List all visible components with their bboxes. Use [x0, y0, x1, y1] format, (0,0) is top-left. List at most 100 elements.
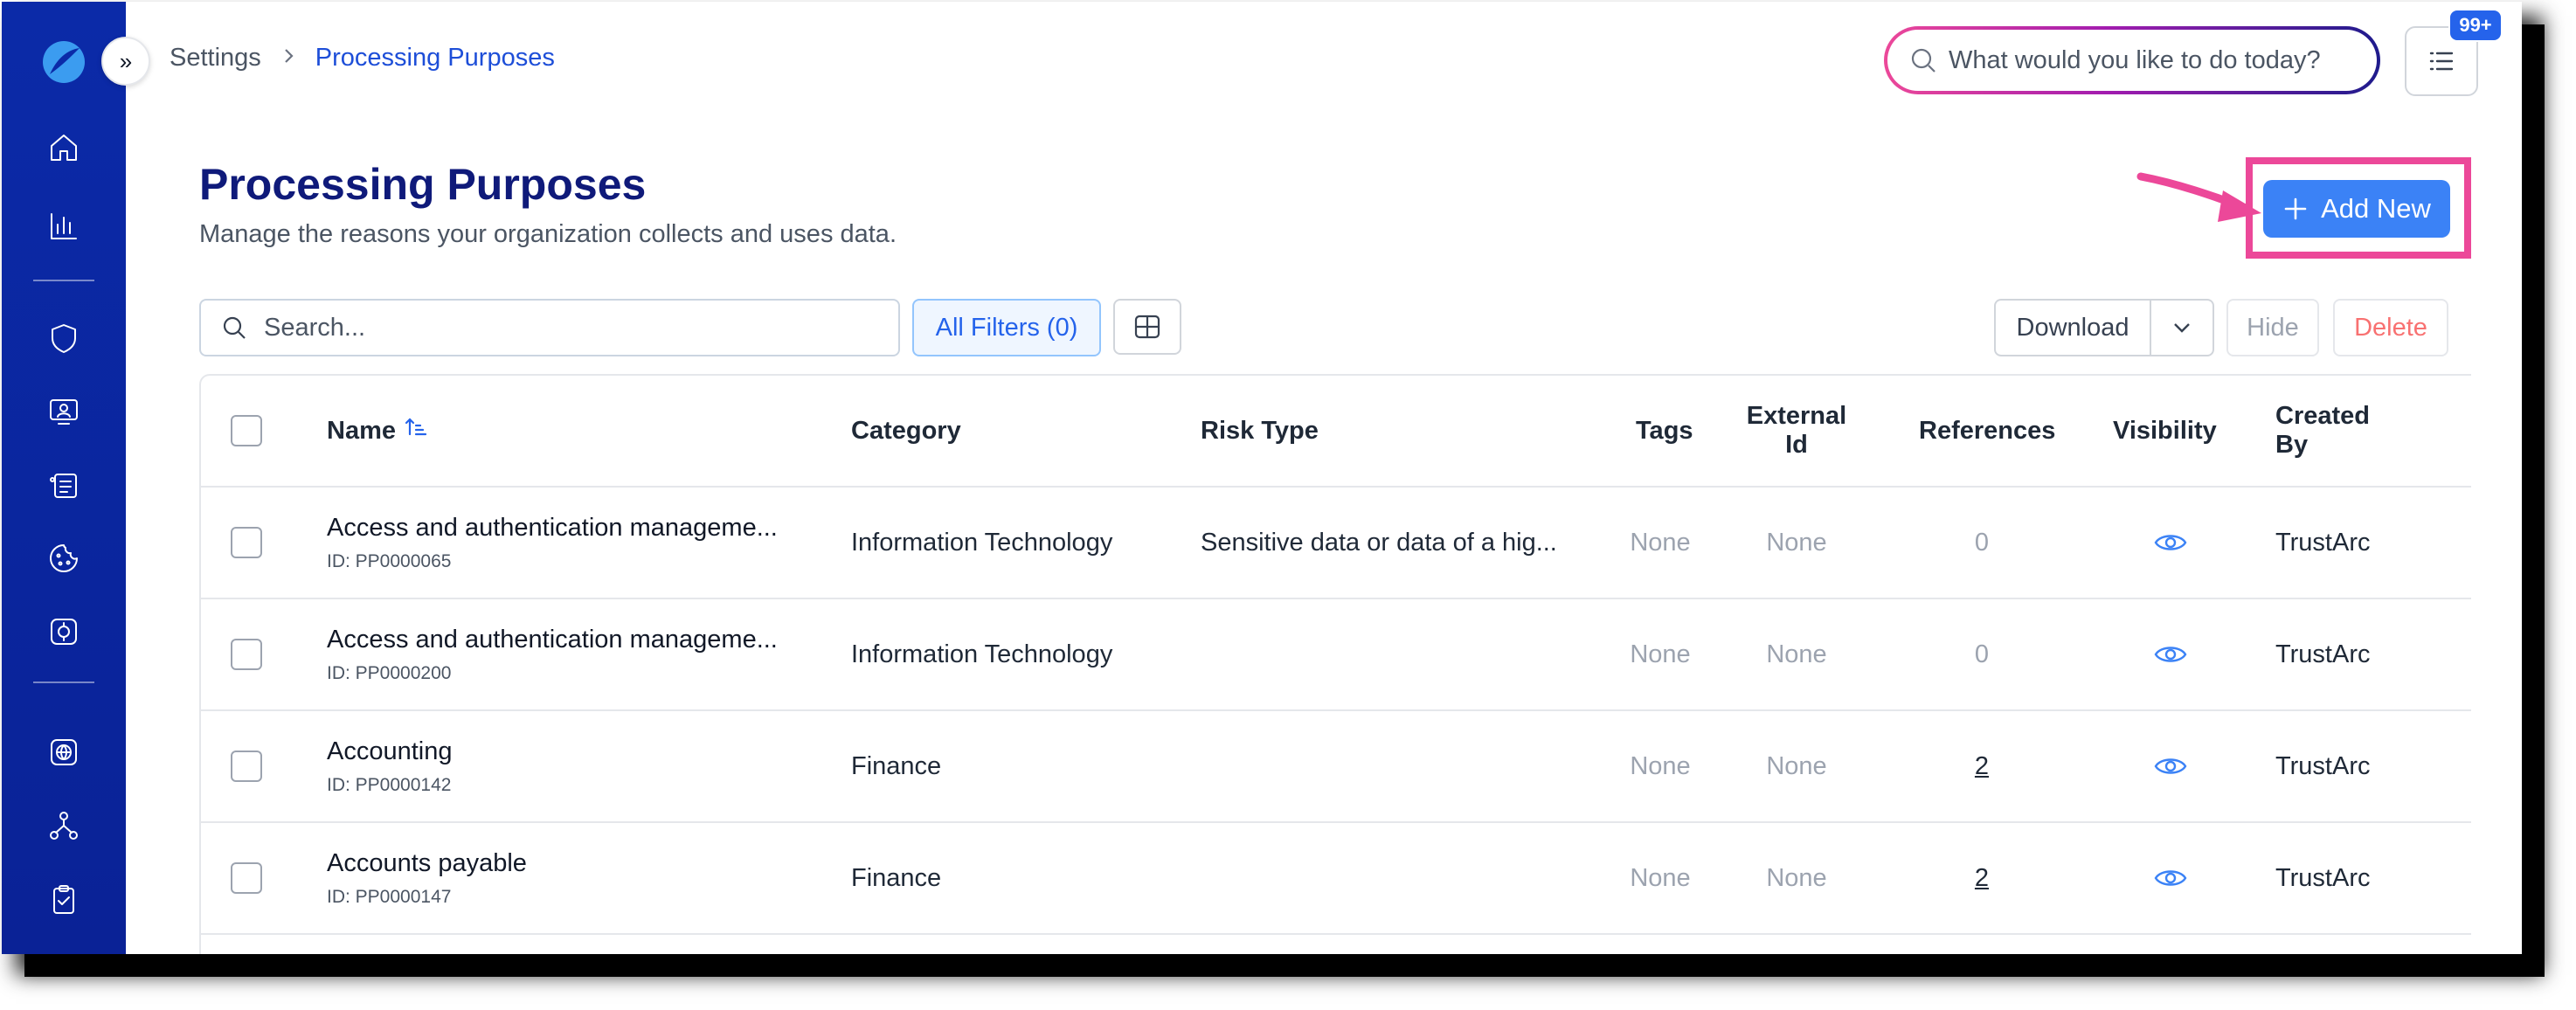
notification-count-badge: 99+ [2448, 9, 2503, 42]
created-by-column-header[interactable]: Created By [2275, 376, 2370, 486]
analytics-icon[interactable] [40, 203, 87, 250]
row-id: ID: PP0000200 [327, 662, 452, 683]
row-external-id: None [1766, 528, 1827, 557]
row-external-id: None [1766, 751, 1827, 780]
table-layout-icon [1134, 315, 1160, 339]
row-created-by: TrustArc [2275, 528, 2371, 557]
breadcrumb-current: Processing Purposes [315, 44, 555, 72]
eye-icon[interactable] [2136, 711, 2206, 821]
row-name[interactable]: Accounts payable [327, 849, 527, 878]
sidebar-divider [33, 280, 94, 281]
table-search-input[interactable] [264, 313, 876, 342]
download-button-group: Download [1994, 299, 2214, 356]
eye-icon[interactable] [2136, 488, 2206, 598]
row-checkbox[interactable] [231, 639, 262, 670]
sidebar-divider [33, 681, 94, 683]
row-id: ID: PP0000147 [327, 886, 452, 907]
visibility-column-header[interactable]: Visibility [2113, 376, 2217, 486]
download-options-button[interactable] [2151, 301, 2212, 355]
row-category: Finance [851, 863, 942, 892]
references-column-header[interactable]: References [1919, 376, 2055, 486]
created-by-header-line1: Created [2275, 402, 2370, 430]
row-name[interactable]: Access and authentication manageme... [327, 514, 778, 543]
row-checkbox[interactable] [231, 862, 262, 894]
row-name[interactable]: Access and authentication manageme... [327, 626, 778, 654]
all-filters-button[interactable]: All Filters (0) [912, 299, 1101, 356]
table-row[interactable]: Accounts payable ID: PP0000147 Finance N… [201, 823, 2471, 935]
records-icon[interactable] [40, 461, 87, 508]
global-search [1884, 26, 2380, 94]
eye-icon[interactable] [2136, 599, 2206, 709]
hide-button[interactable]: Hide [2226, 299, 2319, 356]
row-tags: None [1630, 863, 1691, 892]
external-id-header-line2: Id [1785, 431, 1808, 459]
created-by-header-line2: By [2275, 431, 2309, 459]
add-new-label: Add New [2321, 193, 2431, 224]
table-search [199, 299, 900, 356]
tags-column-header[interactable]: Tags [1636, 376, 1693, 486]
search-icon [223, 316, 246, 339]
privacy-icon[interactable] [40, 608, 87, 655]
row-tags: None [1630, 751, 1691, 780]
row-category: Information Technology [851, 640, 1113, 668]
home-icon[interactable] [40, 124, 87, 171]
row-category: Finance [851, 751, 942, 780]
expand-sidebar-button[interactable]: » [101, 37, 150, 86]
row-risk-type: Sensitive data or data of a hig... [1201, 528, 1557, 557]
table-row[interactable]: Access and authentication manageme... ID… [201, 599, 2471, 711]
assessment-icon[interactable] [40, 388, 87, 435]
breadcrumb-settings-link[interactable]: Settings [170, 44, 261, 73]
download-button[interactable]: Download [1996, 301, 2151, 355]
row-created-by: TrustArc [2275, 751, 2371, 780]
page-subtitle: Manage the reasons your organization col… [199, 220, 897, 248]
column-layout-button[interactable] [1113, 299, 1181, 355]
global-search-input[interactable] [1949, 45, 2351, 75]
chevron-right-icon [279, 44, 298, 73]
app-window: » Settings Processing Purposes 99+ Proce… [2, 2, 2522, 954]
row-tags: None [1630, 640, 1691, 668]
row-id: ID: PP0000142 [327, 774, 452, 795]
external-id-column-header[interactable]: External Id [1739, 376, 1854, 486]
clipboard-icon[interactable] [40, 875, 87, 923]
cookie-icon[interactable] [40, 535, 87, 582]
row-references: 0 [1974, 528, 1990, 557]
row-tags: None [1630, 528, 1691, 557]
row-checkbox[interactable] [231, 751, 262, 782]
breadcrumb: Settings Processing Purposes [170, 44, 555, 73]
globe-icon[interactable] [40, 729, 87, 776]
table-header-row: Name Category Risk Type Tags External Id… [201, 376, 2471, 488]
network-icon[interactable] [40, 802, 87, 849]
search-icon [1911, 48, 1935, 73]
risk-type-column-header[interactable]: Risk Type [1201, 376, 1319, 486]
eye-icon[interactable] [2136, 823, 2206, 933]
category-column-header[interactable]: Category [851, 376, 961, 486]
processing-purposes-table: Name Category Risk Type Tags External Id… [199, 374, 2471, 954]
delete-button[interactable]: Delete [2333, 299, 2448, 356]
add-new-button[interactable]: Add New [2263, 180, 2450, 238]
row-references: 0 [1974, 640, 1990, 668]
table-row[interactable]: Accounting ID: PP0000142 Finance None No… [201, 711, 2471, 823]
sidebar [2, 2, 126, 954]
plus-icon [2284, 197, 2307, 220]
select-all-checkbox[interactable] [231, 415, 262, 446]
row-created-by: TrustArc [2275, 863, 2371, 892]
row-category: Information Technology [851, 528, 1113, 557]
name-column-label: Name [327, 416, 396, 445]
shield-icon[interactable] [40, 315, 87, 362]
row-checkbox[interactable] [231, 527, 262, 558]
logo-icon[interactable] [40, 38, 87, 86]
row-created-by: TrustArc [2275, 640, 2371, 668]
row-external-id: None [1766, 640, 1827, 668]
list-icon [2429, 52, 2454, 71]
row-external-id: None [1766, 863, 1827, 892]
sort-ascending-icon[interactable] [403, 415, 427, 446]
page-title: Processing Purposes [199, 160, 647, 209]
row-name[interactable]: Accounting [327, 737, 453, 766]
chevron-down-icon [2174, 323, 2190, 333]
name-column-header[interactable]: Name [327, 376, 427, 486]
row-id: ID: PP0000065 [327, 550, 452, 571]
table-row[interactable]: Access and authentication manageme... ID… [201, 488, 2471, 599]
external-id-header-line1: External [1746, 402, 1847, 430]
row-references-link[interactable]: 2 [1975, 864, 1989, 893]
row-references-link[interactable]: 2 [1975, 752, 1989, 781]
